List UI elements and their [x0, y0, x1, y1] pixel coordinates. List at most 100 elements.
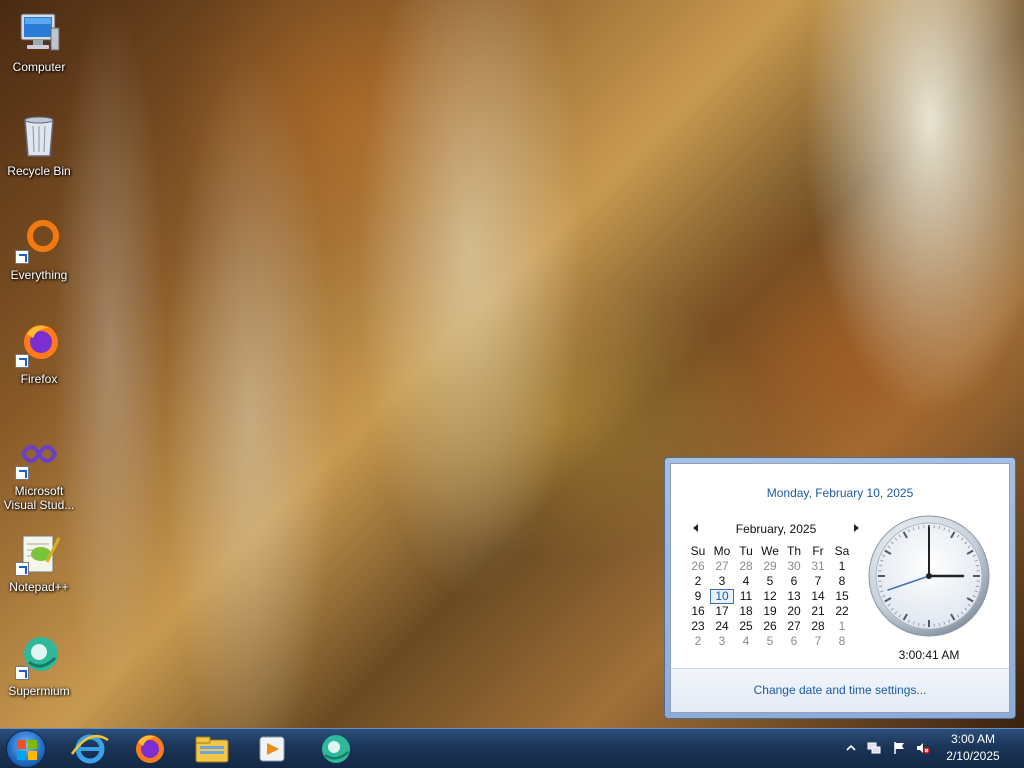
calendar-day[interactable]: 24: [710, 619, 734, 634]
file-explorer-icon: [195, 736, 229, 763]
calendar-day[interactable]: 1: [830, 619, 854, 634]
windows-logo-icon: [17, 740, 37, 760]
calendar-week-row: 23 24 25 26 27 28 1: [686, 619, 854, 634]
calendar-weekday-header-row: Su Mo Tu We Th Fr Sa: [686, 544, 854, 559]
calendar-day[interactable]: 15: [830, 589, 854, 604]
calendar-week-row: 9 10 11 12 13 14 15: [686, 589, 854, 604]
start-button[interactable]: [6, 730, 46, 768]
weekday-header: We: [761, 544, 779, 558]
computer-icon: [15, 8, 63, 56]
calendar-day[interactable]: 28: [806, 619, 830, 634]
calendar-day[interactable]: 30: [782, 559, 806, 574]
calendar-day[interactable]: 14: [806, 589, 830, 604]
media-player-icon: [259, 736, 285, 762]
calendar-day[interactable]: 6: [782, 574, 806, 589]
calendar-day[interactable]: 7: [806, 634, 830, 649]
calendar-day[interactable]: 8: [830, 634, 854, 649]
calendar-week-row: 26 27 28 29 30 31 1: [686, 559, 854, 574]
settings-bar: Change date and time settings...: [671, 668, 1009, 712]
supermium-icon: [322, 735, 350, 763]
calendar-day[interactable]: 5: [758, 574, 782, 589]
desktop-icon-label: Supermium: [8, 684, 70, 698]
calendar-day[interactable]: 21: [806, 604, 830, 619]
date-header-link[interactable]: Monday, February 10, 2025: [671, 486, 1009, 500]
calendar-day[interactable]: 7: [806, 574, 830, 589]
weekday-header: Mo: [713, 544, 731, 558]
taskbar-supermium[interactable]: [310, 732, 362, 766]
supermium-icon: [15, 632, 63, 680]
calendar-day[interactable]: 28: [734, 559, 758, 574]
calendar-day[interactable]: 31: [806, 559, 830, 574]
calendar-day[interactable]: 9: [686, 589, 710, 604]
calendar-day[interactable]: 26: [686, 559, 710, 574]
calendar-day[interactable]: 25: [734, 619, 758, 634]
calendar-day[interactable]: 16: [686, 604, 710, 619]
desktop-icon-firefox[interactable]: Firefox: [0, 312, 78, 408]
calendar-day[interactable]: 27: [782, 619, 806, 634]
next-month-arrow-icon[interactable]: [854, 524, 859, 532]
taskbar-file-explorer[interactable]: [186, 732, 238, 766]
calendar-day[interactable]: 4: [734, 574, 758, 589]
shortcut-arrow-icon: [15, 466, 29, 480]
volume-muted-icon[interactable]: [916, 741, 930, 755]
calendar-day[interactable]: 26: [758, 619, 782, 634]
calendar-day[interactable]: 2: [686, 634, 710, 649]
taskbar-clock-date: 2/10/2025: [946, 749, 1000, 763]
weekday-header: Sa: [834, 544, 850, 558]
desktop-icon-notepad-plus-plus[interactable]: Notepad++: [0, 520, 78, 616]
calendar-day[interactable]: 5: [758, 634, 782, 649]
month-label[interactable]: February, 2025: [691, 522, 861, 536]
recycle-bin-icon: [15, 112, 63, 160]
calendar-day[interactable]: 11: [734, 589, 758, 604]
calendar-day[interactable]: 6: [782, 634, 806, 649]
calendar-day[interactable]: 12: [758, 589, 782, 604]
calendar-day[interactable]: 3: [710, 574, 734, 589]
desktop-icon-computer[interactable]: Computer: [0, 0, 78, 96]
date-time-flyout: Monday, February 10, 2025 February, 2025…: [664, 457, 1016, 719]
calendar-grid: Su Mo Tu We Th Fr Sa 26 27 28 29 30 31 1 2 3 4 5 6 7 8 9 10 11…: [686, 544, 854, 649]
action-center-flag-icon[interactable]: [892, 741, 906, 755]
desktop-icon-label: Microsoft Visual Stud...: [3, 484, 75, 512]
analog-clock-icon: [867, 514, 991, 638]
calendar-day[interactable]: 23: [686, 619, 710, 634]
weekday-header: Su: [690, 544, 706, 558]
network-icon[interactable]: [867, 741, 881, 755]
calendar-day[interactable]: 17: [710, 604, 734, 619]
calendar-week-row: 2345678: [686, 574, 854, 589]
desktop-icon-everything[interactable]: Everything: [0, 208, 78, 304]
shortcut-arrow-icon: [15, 562, 29, 576]
calendar-day[interactable]: 20: [782, 604, 806, 619]
taskbar-clock-time: 3:00 AM: [950, 732, 996, 746]
desktop-icon-recycle-bin[interactable]: Recycle Bin: [0, 104, 78, 200]
taskbar-internet-explorer[interactable]: [64, 732, 116, 766]
calendar-day[interactable]: 3: [710, 634, 734, 649]
digital-time-label: 3:00:41 AM: [898, 648, 960, 662]
calendar-day[interactable]: 1: [830, 559, 854, 574]
desktop-icon-supermium[interactable]: Supermium: [0, 624, 78, 720]
calendar-navigation: February, 2025: [691, 522, 861, 538]
calendar-day[interactable]: 22: [830, 604, 854, 619]
calendar-day[interactable]: 27: [710, 559, 734, 574]
desktop-icon-label: Firefox: [20, 372, 58, 386]
calendar-day[interactable]: 19: [758, 604, 782, 619]
taskbar-media-player[interactable]: [246, 732, 298, 766]
firefox-icon: [15, 320, 63, 368]
notepad-plus-plus-icon: [15, 528, 63, 576]
calendar-day[interactable]: 8: [830, 574, 854, 589]
shortcut-arrow-icon: [15, 250, 29, 264]
shortcut-arrow-icon: [15, 354, 29, 368]
desktop-icon-visual-studio[interactable]: Microsoft Visual Stud...: [0, 424, 78, 520]
flyout-panel: Monday, February 10, 2025 February, 2025…: [670, 463, 1010, 713]
calendar-day[interactable]: 4: [734, 634, 758, 649]
taskbar-firefox[interactable]: [124, 732, 176, 766]
calendar-day[interactable]: 2: [686, 574, 710, 589]
taskbar-clock[interactable]: 3:00 AM 2/10/2025: [936, 731, 1010, 767]
show-hidden-icons-chevron-icon[interactable]: [844, 741, 858, 755]
calendar-day[interactable]: 18: [734, 604, 758, 619]
change-date-time-settings-link[interactable]: Change date and time settings...: [671, 683, 1009, 697]
weekday-header: Tu: [739, 544, 753, 558]
calendar-day[interactable]: 29: [758, 559, 782, 574]
calendar-day[interactable]: 13: [782, 589, 806, 604]
visual-studio-icon: [15, 432, 63, 480]
calendar-day-today[interactable]: 10: [710, 589, 734, 604]
